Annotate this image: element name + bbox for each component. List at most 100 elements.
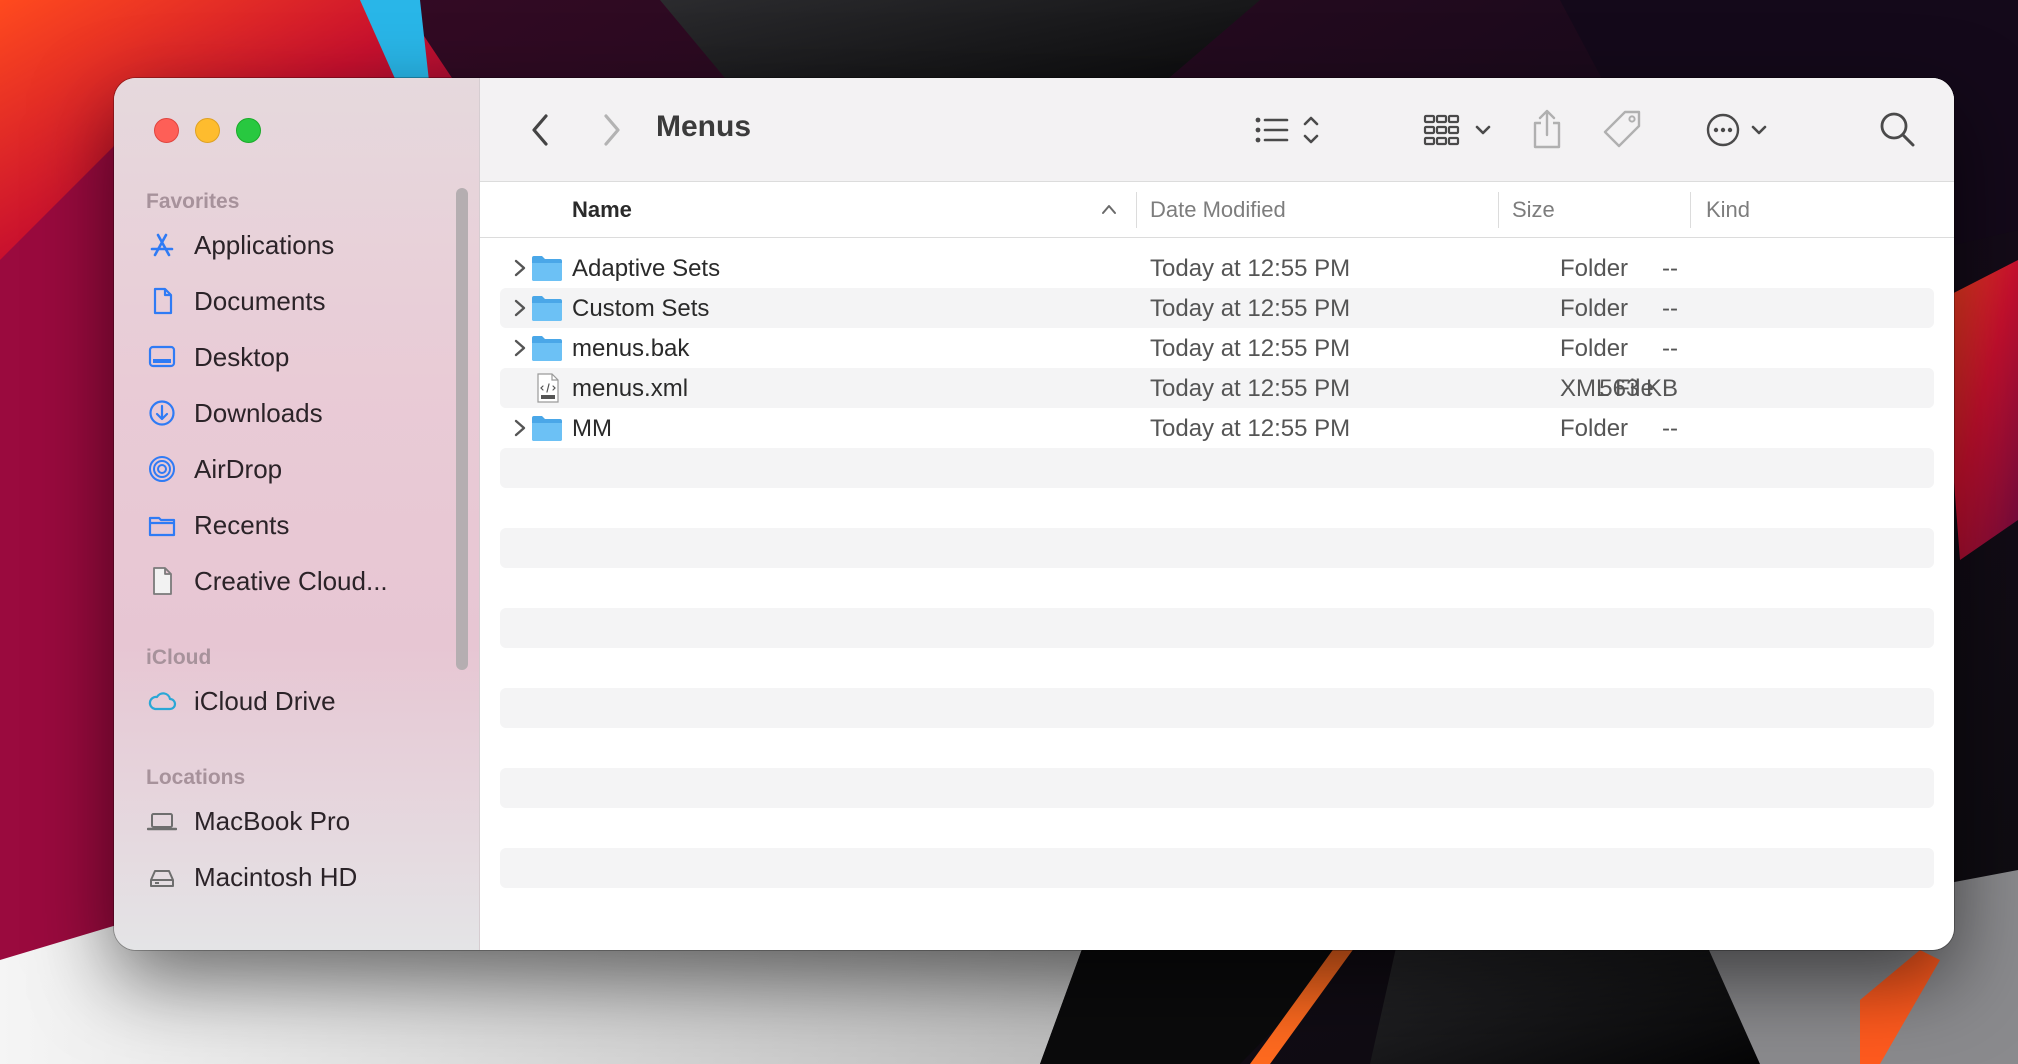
column-kind-label: Kind	[1706, 197, 1751, 222]
table-row[interactable]: Custom Sets Today at 12:55 PM -- Folder	[500, 288, 1934, 328]
sidebar-item-icloud-drive[interactable]: iCloud Drive	[146, 680, 446, 722]
sidebar: Favorites Applications Documents Desktop…	[114, 78, 480, 950]
tag-icon	[1603, 110, 1641, 148]
file-date-modified: Today at 12:55 PM	[1150, 335, 1351, 362]
window-title: Menus	[656, 110, 752, 143]
sidebar-item-desktop[interactable]: Desktop	[146, 336, 446, 378]
sidebar-item-downloads[interactable]: Downloads	[146, 392, 446, 434]
file-kind: Folder	[1560, 255, 1629, 282]
folder-icon	[530, 253, 564, 283]
table-row-empty	[500, 448, 1934, 488]
document-icon	[146, 285, 178, 317]
airdrop-icon	[146, 453, 178, 485]
sidebar-item-macintosh-hd[interactable]: Macintosh HD	[146, 856, 446, 898]
table-row-empty	[500, 688, 1934, 728]
file-kind: Folder	[1560, 335, 1629, 362]
view-options-button[interactable]	[1250, 106, 1330, 154]
sidebar-item-label: MacBook Pro	[194, 805, 351, 836]
harddrive-icon	[146, 861, 178, 893]
back-button[interactable]	[520, 108, 560, 152]
forward-button[interactable]	[592, 108, 632, 152]
sidebar-item-label: Creative Cloud...	[194, 565, 388, 596]
sidebar-item-macbook-pro[interactable]: MacBook Pro	[146, 800, 446, 842]
sidebar-item-label: Applications	[194, 229, 335, 260]
column-size-label: Size	[1512, 197, 1555, 222]
column-divider[interactable]	[1498, 192, 1499, 228]
column-date-modified[interactable]: Date Modified	[1150, 182, 1286, 238]
column-divider[interactable]	[1136, 192, 1137, 228]
file-date-modified: Today at 12:55 PM	[1150, 295, 1351, 322]
table-row-empty	[500, 528, 1934, 568]
table-row-empty	[500, 768, 1934, 808]
folder-icon	[530, 333, 564, 363]
tags-button[interactable]	[1598, 104, 1648, 154]
column-date-label: Date Modified	[1150, 197, 1286, 222]
xml-file-icon	[530, 373, 564, 403]
file-size: --	[1662, 335, 1678, 362]
downloads-icon	[146, 397, 178, 429]
group-button[interactable]	[1420, 106, 1500, 154]
table-row-empty	[500, 848, 1934, 888]
disclosure-triangle-icon[interactable]	[510, 416, 530, 440]
file-name: Custom Sets	[572, 295, 710, 322]
sort-ascending-icon	[1102, 205, 1116, 214]
sidebar-item-airdrop[interactable]: AirDrop	[146, 448, 446, 490]
action-menu-button[interactable]	[1702, 106, 1782, 154]
zoom-button[interactable]	[236, 118, 261, 143]
file-date-modified: Today at 12:55 PM	[1150, 415, 1351, 442]
file-kind: Folder	[1560, 295, 1629, 322]
column-name[interactable]: Name	[572, 182, 1132, 238]
disclosure-triangle-icon[interactable]	[510, 336, 530, 360]
table-row[interactable]: MM Today at 12:55 PM -- Folder	[500, 408, 1934, 448]
sidebar-item-label: Desktop	[194, 341, 290, 372]
file-name: Adaptive Sets	[572, 255, 721, 282]
column-header: Name Date Modified Size Kind	[480, 182, 1954, 238]
applications-icon	[146, 229, 178, 261]
table-row[interactable]: menus.bak Today at 12:55 PM -- Folder	[500, 328, 1934, 368]
toolbar: Menus	[480, 78, 1954, 182]
search-button[interactable]	[1874, 106, 1922, 154]
folder-icon	[530, 293, 564, 323]
sidebar-item-documents[interactable]: Documents	[146, 280, 446, 322]
sidebar-section-locations: Locations	[146, 766, 246, 789]
file-date-modified: Today at 12:55 PM	[1150, 255, 1351, 282]
file-size: --	[1662, 255, 1678, 282]
cloud-icon	[146, 685, 178, 717]
ellipsis-circle-icon	[1706, 113, 1767, 147]
share-button[interactable]	[1524, 102, 1570, 156]
sidebar-item-applications[interactable]: Applications	[146, 224, 446, 266]
file-browser: Menus Name Date Modified Size Kind Adapt…	[480, 78, 1954, 950]
sidebar-item-label: Documents	[194, 285, 326, 316]
sidebar-item-label: AirDrop	[194, 453, 283, 484]
close-button[interactable]	[154, 118, 179, 143]
column-kind[interactable]: Kind	[1706, 182, 1750, 238]
table-row[interactable]: menus.xml Today at 12:55 PM 563 KB XML File	[500, 368, 1934, 408]
desktop-icon	[146, 341, 178, 373]
column-divider[interactable]	[1690, 192, 1691, 228]
folder-icon	[146, 509, 178, 541]
file-name: MM	[572, 415, 612, 442]
file-name: menus.bak	[572, 335, 690, 362]
column-size[interactable]: Size	[1512, 182, 1555, 238]
file-size: --	[1662, 415, 1678, 442]
file-kind: Folder	[1560, 415, 1629, 442]
sidebar-section-favorites: Favorites	[146, 190, 240, 213]
window-controls	[154, 118, 261, 143]
sidebar-item-recents[interactable]: Recents	[146, 504, 446, 546]
sidebar-item-creative-cloud[interactable]: Creative Cloud...	[146, 560, 446, 602]
laptop-icon	[146, 805, 178, 837]
table-row[interactable]: Adaptive Sets Today at 12:55 PM -- Folder	[500, 248, 1934, 288]
sidebar-item-label: iCloud Drive	[194, 685, 336, 716]
column-name-label: Name	[572, 197, 632, 222]
minimize-button[interactable]	[195, 118, 220, 143]
file-list: Adaptive Sets Today at 12:55 PM -- Folder Cu…	[480, 240, 1954, 950]
sidebar-item-label: Downloads	[194, 397, 323, 428]
chevron-right-icon	[604, 114, 620, 146]
disclosure-triangle-icon[interactable]	[510, 256, 530, 280]
sidebar-scrollbar[interactable]	[456, 188, 468, 670]
file-name: menus.xml	[572, 375, 689, 402]
file-kind: XML File	[1560, 375, 1654, 402]
list-view-icon	[1255, 116, 1319, 144]
disclosure-triangle-icon[interactable]	[510, 296, 530, 320]
finder-window: Favorites Applications Documents Desktop…	[114, 78, 1954, 950]
